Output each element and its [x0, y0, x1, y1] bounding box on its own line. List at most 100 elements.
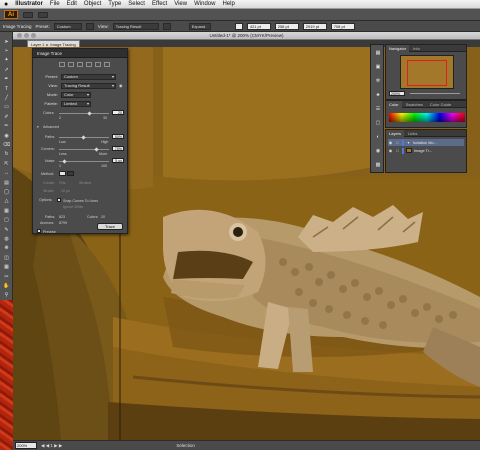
- trace-mode-select[interactable]: Color ▾: [61, 91, 91, 98]
- colors-slider-track[interactable]: [59, 113, 109, 114]
- perspective-grid-tool-icon[interactable]: △: [2, 198, 11, 205]
- paths-value-field[interactable]: 50%: [112, 134, 124, 139]
- stroke-panel-icon[interactable]: ☰: [374, 105, 382, 112]
- zoom-level-field[interactable]: 200%: [15, 442, 37, 449]
- visibility-eye-icon[interactable]: ◉: [388, 148, 393, 153]
- fills-checkbox[interactable]: Fills: [59, 181, 65, 185]
- line-tool-icon[interactable]: ╱: [2, 94, 11, 101]
- menu-window[interactable]: Window: [194, 1, 215, 7]
- zoom-tool-icon[interactable]: ⚲: [2, 292, 11, 299]
- noise-slider-knob[interactable]: [62, 159, 67, 164]
- tab-links[interactable]: Links: [405, 130, 420, 137]
- paintbrush-tool-icon[interactable]: ✐: [2, 113, 11, 120]
- gradient-tool-icon[interactable]: ▢: [2, 217, 11, 224]
- column-graph-tool-icon[interactable]: ◫: [2, 254, 11, 261]
- menu-type[interactable]: Type: [108, 1, 121, 7]
- tab-navigator[interactable]: Navigator: [386, 45, 410, 52]
- corners-slider-track[interactable]: [59, 149, 109, 150]
- bridge-button[interactable]: [23, 11, 33, 18]
- navigator-zoom-field[interactable]: 200%: [389, 91, 405, 96]
- layer-name[interactable]: Isolation Mo...: [413, 141, 437, 145]
- artboard-navigation-icon[interactable]: ◀ ◀ 1 ▶ ▶: [41, 443, 62, 449]
- expand-button[interactable]: Expand: [188, 22, 211, 30]
- stroke-value[interactable]: 10 px: [61, 189, 70, 193]
- high-color-preset-icon[interactable]: [68, 62, 74, 67]
- image-trace-panel-header[interactable]: Image Trace: [33, 49, 127, 58]
- colors-slider-knob[interactable]: [87, 111, 92, 116]
- eraser-tool-icon[interactable]: ⌫: [2, 141, 11, 148]
- artboard-tool-icon[interactable]: ▦: [2, 264, 11, 271]
- brushes-panel-icon[interactable]: ✻: [374, 77, 382, 84]
- magic-wand-tool-icon[interactable]: ✦: [2, 57, 11, 64]
- height-field[interactable]: 708 pt: [330, 22, 355, 30]
- noise-value-field[interactable]: 5 px: [112, 158, 124, 163]
- free-transform-tool-icon[interactable]: ▤: [2, 179, 11, 186]
- visibility-eye-icon[interactable]: ◉: [388, 140, 393, 145]
- layer-row[interactable]: ◉ □ ▾ Isolation Mo...: [388, 139, 464, 146]
- symbols-panel-icon[interactable]: ♣: [374, 91, 382, 98]
- graphic-styles-panel-icon[interactable]: ▩: [374, 161, 382, 168]
- navigator-view-box[interactable]: [407, 60, 447, 86]
- selection-tool-icon[interactable]: ➤: [2, 38, 11, 45]
- reference-point-icon[interactable]: [234, 22, 243, 30]
- menu-object[interactable]: Object: [84, 1, 101, 7]
- overlapping-method-icon[interactable]: [67, 171, 74, 176]
- menu-view[interactable]: View: [174, 1, 187, 7]
- width-field[interactable]: 2919 pt: [302, 22, 327, 30]
- tab-info[interactable]: Info: [410, 45, 423, 52]
- symbol-sprayer-tool-icon[interactable]: ❋: [2, 245, 11, 252]
- rectangle-tool-icon[interactable]: ▭: [2, 104, 11, 111]
- low-color-preset-icon[interactable]: [77, 62, 83, 67]
- pencil-tool-icon[interactable]: ✏: [2, 123, 11, 130]
- slice-tool-icon[interactable]: ✂: [2, 273, 11, 280]
- shape-builder-tool-icon[interactable]: ◯: [2, 188, 11, 195]
- lock-toggle-icon[interactable]: □: [395, 148, 400, 153]
- advanced-disclosure-icon[interactable]: ▾: [37, 125, 39, 129]
- color-spectrum[interactable]: [389, 113, 465, 122]
- scale-tool-icon[interactable]: ⇱: [2, 160, 11, 167]
- abutting-method-icon[interactable]: [59, 171, 66, 176]
- view-eye-icon[interactable]: ◉: [119, 83, 123, 88]
- view-original-button[interactable]: [162, 22, 171, 30]
- appearance-panel-icon[interactable]: ◉: [374, 147, 382, 154]
- gradient-panel-icon[interactable]: ▢: [374, 119, 382, 126]
- menu-file[interactable]: File: [50, 1, 60, 7]
- lasso-tool-icon[interactable]: ➚: [2, 66, 11, 73]
- x-field[interactable]: 421 pt: [246, 22, 271, 30]
- arrange-documents-button[interactable]: [38, 11, 48, 18]
- black-white-preset-icon[interactable]: [95, 62, 101, 67]
- tab-color[interactable]: Color: [386, 101, 402, 108]
- auto-color-preset-icon[interactable]: [59, 62, 65, 67]
- blend-tool-icon[interactable]: ◍: [2, 235, 11, 242]
- properties-icon[interactable]: ▦: [374, 49, 382, 56]
- advanced-label[interactable]: Advanced: [43, 125, 59, 129]
- tab-layers[interactable]: Layers: [386, 130, 405, 137]
- navigator-zoom-slider[interactable]: [410, 93, 460, 94]
- control-view-select[interactable]: Tracing Result: [112, 22, 159, 30]
- rotate-tool-icon[interactable]: ↻: [2, 151, 11, 158]
- layer-name[interactable]: Image Tr...: [414, 149, 432, 153]
- apple-menu-icon[interactable]: ●: [4, 1, 8, 8]
- menu-illustrator[interactable]: Illustrator: [15, 1, 43, 7]
- corners-slider-knob[interactable]: [94, 147, 99, 152]
- colors-value-field[interactable]: 20: [112, 110, 124, 115]
- direct-selection-tool-icon[interactable]: ➣: [2, 47, 11, 54]
- pen-tool-icon[interactable]: ✒: [2, 76, 11, 83]
- expand-triangle-icon[interactable]: ▾: [406, 140, 411, 145]
- layer-row[interactable]: ◉ □ Image Tr...: [388, 147, 464, 154]
- outline-preset-icon[interactable]: [104, 62, 110, 67]
- type-tool-icon[interactable]: T: [2, 85, 11, 92]
- navigator-panel-icon[interactable]: ▣: [374, 63, 382, 70]
- navigator-thumbnail[interactable]: [400, 55, 454, 89]
- trace-palette-select[interactable]: Limited ▾: [61, 100, 91, 107]
- strokes-checkbox[interactable]: Strokes: [79, 181, 91, 185]
- mesh-tool-icon[interactable]: ▦: [2, 207, 11, 214]
- trace-view-select[interactable]: Tracing Result ▾: [61, 82, 116, 89]
- ignore-white-checkbox[interactable]: Ignore White: [63, 205, 83, 209]
- tab-swatches[interactable]: Swatches: [403, 101, 426, 108]
- menu-edit[interactable]: Edit: [67, 1, 77, 7]
- corners-value-field[interactable]: 75%: [112, 146, 124, 151]
- lock-toggle-icon[interactable]: □: [395, 140, 400, 145]
- tab-color-guide[interactable]: Color Guide: [427, 101, 454, 108]
- hand-tool-icon[interactable]: ✋: [2, 282, 11, 289]
